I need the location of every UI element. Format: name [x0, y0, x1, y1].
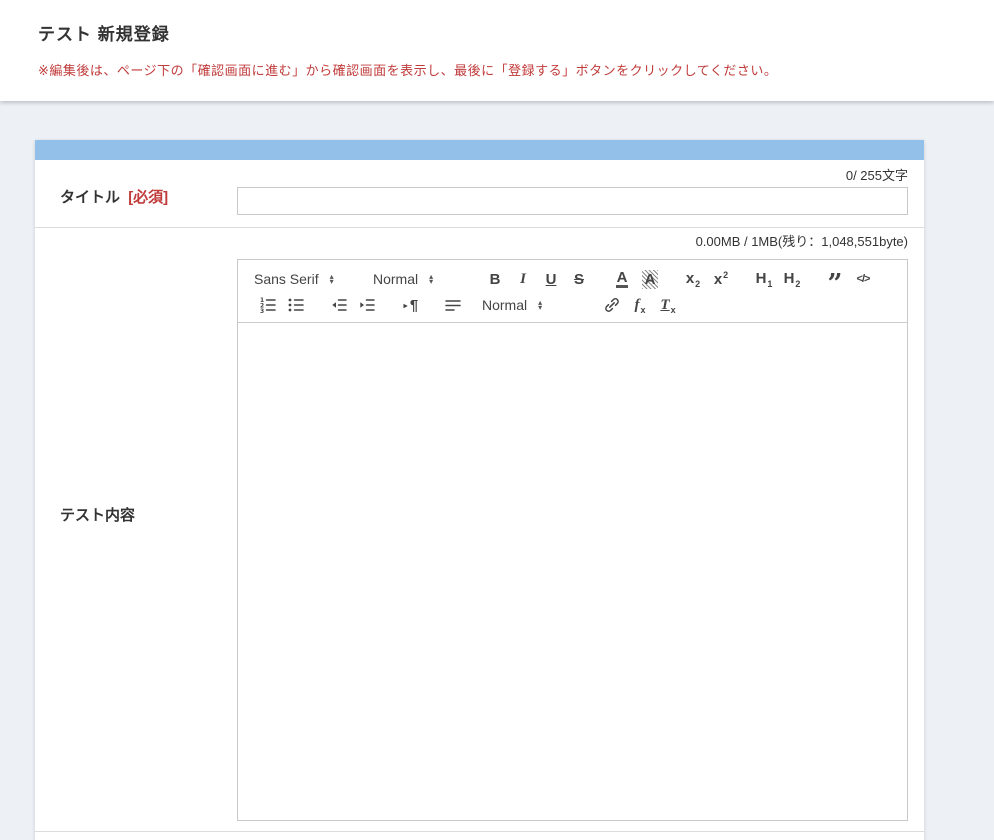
page-header: テスト 新規登録 ※編集後は、ページ下の「確認画面に進む」から確認画面を表示し、… — [0, 0, 994, 101]
heading-group: H1 H2 — [750, 267, 806, 291]
color-group: A A — [608, 267, 664, 291]
bold-button[interactable]: B — [481, 267, 509, 291]
superscript-button[interactable]: x2 — [707, 267, 735, 291]
content-field-label: テスト内容 — [60, 504, 135, 525]
link-icon — [603, 296, 621, 314]
picker-arrows-icon: ▴▾ — [330, 274, 334, 284]
title-field-label: タイトル — [60, 189, 120, 206]
editor-content-area[interactable] — [238, 323, 907, 820]
required-badge: [必須] — [128, 189, 168, 206]
direction-group: ‣¶ — [396, 293, 424, 317]
italic-icon: I — [520, 271, 526, 288]
heading2-icon: H2 — [784, 270, 801, 289]
clean-format-icon: Tx — [660, 296, 675, 315]
indent-icon — [358, 296, 376, 314]
edit-instruction-note: ※編集後は、ページ下の「確認画面に進む」から確認画面を表示し、最後に「登録する」… — [38, 60, 964, 79]
outdent-button[interactable] — [325, 293, 353, 317]
rich-text-editor: Sans Serif ▴▾ Normal ▴▾ B I U — [237, 259, 908, 821]
text-direction-icon: ‣¶ — [402, 297, 418, 314]
background-color-button[interactable]: A — [636, 267, 664, 291]
font-picker[interactable]: Sans Serif ▴▾ — [254, 267, 349, 291]
main-content: タイトル [必須] 0/ 255文字 テスト内容 0.00MB / 1MB(残り… — [0, 101, 994, 840]
heading1-button[interactable]: H1 — [750, 267, 778, 291]
subscript-icon: x2 — [686, 270, 700, 289]
ordered-list-button[interactable]: 123 — [254, 293, 282, 317]
title-char-counter: 0/ 255文字 — [237, 168, 908, 184]
align-group — [439, 293, 467, 317]
heading2-button[interactable]: H2 — [778, 267, 806, 291]
content-field-col: 0.00MB / 1MB(残り：1,048,551byte) Sans Seri… — [237, 228, 908, 831]
picker-arrows-icon: ▴▾ — [538, 300, 542, 310]
content-row: テスト内容 0.00MB / 1MB(残り：1,048,551byte) San… — [35, 227, 924, 832]
indent-button[interactable] — [353, 293, 381, 317]
blockquote-button[interactable]: ” — [821, 267, 849, 291]
inline-format-group: B I U S — [481, 267, 593, 291]
text-color-button[interactable]: A — [608, 267, 636, 291]
strikethrough-button[interactable]: S — [565, 267, 593, 291]
clean-format-button[interactable]: Tx — [654, 293, 682, 317]
registration-form-card: タイトル [必須] 0/ 255文字 テスト内容 0.00MB / 1MB(残り… — [35, 140, 924, 840]
underline-icon: U — [546, 271, 557, 288]
svg-text:3: 3 — [260, 308, 264, 314]
content-label-col: テスト内容 — [35, 228, 237, 831]
bullet-list-icon — [287, 296, 305, 314]
indent-group — [325, 293, 381, 317]
heading1-icon: H1 — [756, 270, 773, 289]
ordered-list-icon: 123 — [259, 296, 277, 314]
insert-group: fx Tx — [598, 293, 682, 317]
title-label-col: タイトル [必須] — [35, 160, 237, 227]
background-color-icon: A — [642, 270, 659, 289]
text-direction-button[interactable]: ‣¶ — [396, 293, 424, 317]
strikethrough-icon: S — [574, 271, 584, 288]
script-group: x2 x2 — [679, 267, 735, 291]
code-block-icon: </> — [857, 273, 870, 285]
link-button[interactable] — [598, 293, 626, 317]
picker-arrows-icon: ▴▾ — [429, 274, 433, 284]
toolbar-row-1: Sans Serif ▴▾ Normal ▴▾ B I U — [254, 267, 899, 291]
formula-button[interactable]: fx — [626, 293, 654, 317]
italic-button[interactable]: I — [509, 267, 537, 291]
toolbar-row-2: 123 — [254, 293, 899, 317]
bullet-list-button[interactable] — [282, 293, 310, 317]
form-accent-bar — [35, 140, 924, 160]
text-color-icon: A — [616, 271, 629, 288]
title-field-col: 0/ 255文字 — [237, 160, 908, 227]
align-icon — [444, 296, 462, 314]
block-group: ” </> — [821, 267, 877, 291]
size-picker[interactable]: Normal ▴▾ — [482, 293, 574, 317]
superscript-icon: x2 — [714, 270, 728, 288]
align-button[interactable] — [439, 293, 467, 317]
outdent-icon — [330, 296, 348, 314]
header-picker[interactable]: Normal ▴▾ — [373, 267, 457, 291]
editor-toolbar: Sans Serif ▴▾ Normal ▴▾ B I U — [238, 260, 907, 323]
list-group: 123 — [254, 293, 310, 317]
title-row: タイトル [必須] 0/ 255文字 — [35, 160, 924, 227]
underline-button[interactable]: U — [537, 267, 565, 291]
title-input[interactable] — [237, 187, 908, 215]
code-block-button[interactable]: </> — [849, 267, 877, 291]
subscript-button[interactable]: x2 — [679, 267, 707, 291]
next-row-stub — [35, 832, 924, 838]
page-title: テスト 新規登録 — [38, 20, 964, 45]
formula-icon: fx — [634, 296, 645, 315]
bold-icon: B — [490, 271, 501, 288]
content-size-counter: 0.00MB / 1MB(残り：1,048,551byte) — [237, 234, 908, 250]
blockquote-icon: ” — [828, 269, 843, 289]
